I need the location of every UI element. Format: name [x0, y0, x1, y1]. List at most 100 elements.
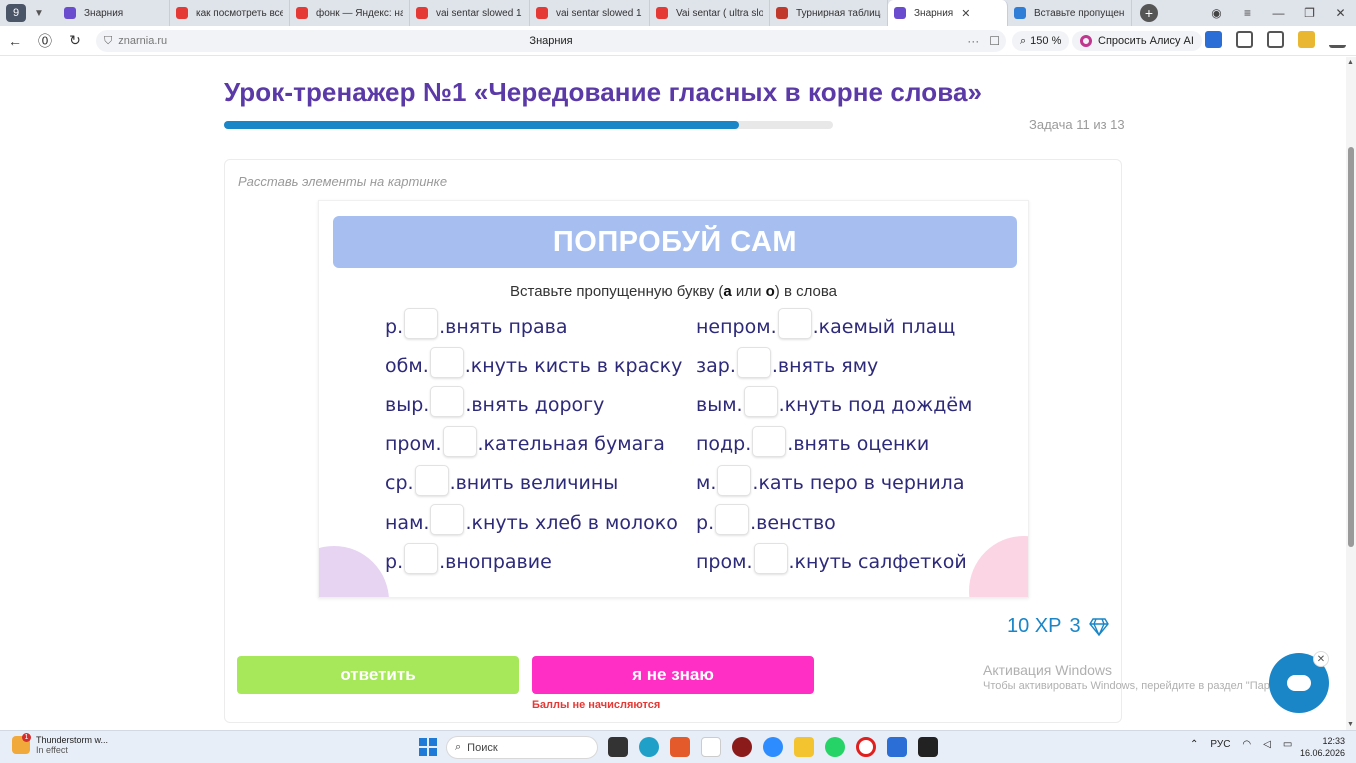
drop-slot[interactable] — [736, 347, 771, 379]
edge-icon[interactable] — [639, 737, 659, 757]
browser-tab[interactable]: vai sentar slowed 1 ч — [530, 0, 650, 26]
browser-tab[interactable]: Знарния ✕ — [888, 0, 1008, 26]
drop-slot[interactable] — [442, 425, 477, 457]
reload-icon[interactable]: ↻ — [60, 32, 90, 49]
task-view-icon[interactable] — [608, 737, 628, 757]
browser-tab[interactable]: Знарния — [58, 0, 170, 26]
search-icon: ⌕ — [455, 741, 462, 753]
drop-slot[interactable] — [777, 308, 812, 340]
scroll-down-icon[interactable]: ▼ — [1347, 721, 1354, 728]
search-placeholder: Поиск — [467, 741, 498, 754]
alice-button[interactable]: Спросить Алису AI — [1072, 31, 1202, 51]
word-suffix: внять яму — [777, 354, 879, 377]
tab-label: фонк — Яндекс: наш — [316, 7, 403, 19]
tab-counter[interactable]: 9 — [6, 4, 26, 22]
drop-slot[interactable] — [429, 347, 464, 379]
zoom-indicator[interactable]: ⌕ 150 % — [1012, 31, 1070, 51]
bookmark-icon[interactable]: ☐ — [989, 34, 1000, 48]
whatsapp-icon[interactable] — [825, 737, 845, 757]
drop-slot[interactable] — [430, 386, 465, 418]
new-tab-button[interactable]: + — [1140, 4, 1158, 22]
word-dot: . — [397, 315, 404, 338]
back-arrow-icon[interactable]: ← — [0, 33, 30, 49]
drop-slot[interactable] — [430, 504, 465, 536]
tab-label: Вставьте пропущенн — [1034, 7, 1125, 19]
folder-icon[interactable] — [1298, 31, 1315, 48]
word-suffix: внить величины — [455, 472, 619, 495]
close-tab-icon[interactable]: ✕ — [961, 7, 970, 20]
letter-a: а — [723, 283, 732, 300]
word-dot: . — [710, 472, 717, 495]
drop-slot[interactable] — [752, 425, 787, 457]
gem-count: 3 — [1069, 615, 1081, 637]
word-prefix: выр — [385, 393, 424, 416]
protect-icon[interactable]: ⓪ — [30, 31, 60, 51]
restore-icon[interactable]: ❐ — [1294, 6, 1325, 20]
browser-tab[interactable]: как посмотреть все — [170, 0, 290, 26]
drop-slot[interactable] — [404, 543, 439, 575]
tab-favicon-icon — [296, 7, 308, 19]
windows-start-icon[interactable] — [419, 738, 437, 756]
zoom-icon: ⌕ — [1020, 34, 1027, 47]
weather-widget[interactable]: 1 Thunderstorm w... In effect — [12, 733, 108, 755]
drop-slot[interactable] — [743, 386, 778, 418]
language-indicator[interactable]: РУС — [1210, 739, 1230, 750]
task-card: Расставь элементы на картинке ПОПРОБУЙ С… — [224, 159, 1122, 723]
puzzle-icon[interactable] — [1236, 31, 1253, 48]
browser-tab[interactable]: Вставьте пропущенн — [1008, 0, 1132, 26]
word-prefix: пром — [696, 550, 747, 573]
word-dot: . — [407, 472, 414, 495]
drop-slot[interactable] — [715, 504, 750, 536]
battery-icon[interactable]: ▭ — [1283, 739, 1292, 750]
answer-button[interactable]: ответить — [237, 656, 519, 694]
wifi-icon[interactable]: ◠ — [1242, 739, 1251, 750]
taskbar-search[interactable]: ⌕ Поиск — [446, 736, 598, 759]
browser-tab[interactable]: Vai sentar ( ultra slow — [650, 0, 770, 26]
close-icon[interactable]: ✕ — [1313, 651, 1329, 667]
collections-icon[interactable] — [1267, 31, 1284, 48]
drop-slot[interactable] — [753, 543, 788, 575]
browser-tab[interactable]: Турнирная таблица — [770, 0, 888, 26]
word-row: пром.. кательная бумага — [385, 425, 682, 464]
drop-slot[interactable] — [404, 308, 439, 340]
browser-tab[interactable]: vai sentar slowed 1 ч — [410, 0, 530, 26]
menu-icon[interactable]: ≡ — [1232, 6, 1263, 20]
app-icon[interactable] — [732, 737, 752, 757]
app-icon[interactable] — [887, 737, 907, 757]
word-suffix: каемый плащ — [818, 315, 956, 338]
app-icon[interactable] — [670, 737, 690, 757]
minimize-icon[interactable]: — — [1263, 6, 1294, 20]
chevron-down-icon[interactable]: ▼ — [30, 4, 48, 22]
zoom-app-icon[interactable] — [763, 737, 783, 757]
word-row: пром.. кнуть салфеткой — [696, 542, 972, 581]
word-suffix: внять дорогу — [471, 393, 605, 416]
scroll-thumb[interactable] — [1348, 147, 1354, 547]
word-suffix: кнуть кисть в краску — [470, 354, 683, 377]
word-dot: . — [435, 433, 442, 456]
tab-favicon-icon — [536, 7, 548, 19]
dont-know-button[interactable]: я не знаю — [532, 656, 814, 694]
scrollbar[interactable]: ▲ ▼ — [1346, 57, 1356, 730]
scroll-up-icon[interactable]: ▲ — [1347, 59, 1354, 66]
drop-slot[interactable] — [717, 464, 752, 496]
drop-slot[interactable] — [414, 464, 449, 496]
yandex-browser-icon[interactable] — [701, 737, 721, 757]
file-explorer-icon[interactable] — [794, 737, 814, 757]
extension-icon[interactable] — [1205, 31, 1222, 48]
word-row: зар.. внять яму — [696, 346, 972, 385]
download-icon[interactable] — [1329, 31, 1346, 48]
word-dot: . — [708, 511, 715, 534]
url-field[interactable]: ⛉ znarnia.ru Знарния ··· ☐ — [96, 30, 1006, 52]
word-suffix: венство — [756, 511, 836, 534]
opera-icon[interactable] — [856, 737, 876, 757]
volume-icon[interactable]: ◁ — [1263, 739, 1271, 750]
clock[interactable]: 12:33 16.06.2026 — [1300, 735, 1345, 759]
tab-label: Турнирная таблица — [796, 7, 881, 19]
app-icon[interactable] — [918, 737, 938, 757]
chevron-up-icon[interactable]: ⌃ — [1190, 739, 1198, 750]
browser-tab[interactable]: фонк — Яндекс: наш — [290, 0, 410, 26]
exercise-image: ПОПРОБУЙ САМ Вставьте пропущенную букву … — [318, 200, 1029, 598]
more-icon[interactable]: ··· — [967, 34, 979, 48]
extensions-icon[interactable]: ◉ — [1201, 6, 1232, 20]
close-window-icon[interactable]: ✕ — [1325, 6, 1356, 20]
